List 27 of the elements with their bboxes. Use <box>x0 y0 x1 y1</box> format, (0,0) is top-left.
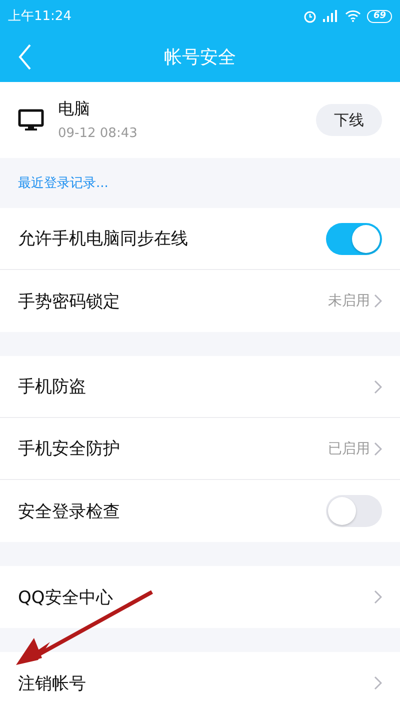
setting-label: 允许手机电脑同步在线 <box>18 228 189 250</box>
setting-label: 安全登录检查 <box>18 500 121 522</box>
back-icon[interactable] <box>18 44 32 70</box>
toggle-switch[interactable] <box>326 495 382 527</box>
setting-value: 未启用 <box>328 292 370 310</box>
chevron-icon <box>374 676 382 690</box>
chevron-icon <box>374 590 382 604</box>
signal-icon <box>323 10 340 22</box>
logout-button[interactable]: 下线 <box>316 104 382 136</box>
toggle-switch[interactable] <box>326 222 382 254</box>
setting-label: 手势密码锁定 <box>18 290 121 312</box>
status-time: 上午11:24 <box>8 8 72 25</box>
setting-label: QQ安全中心 <box>18 586 114 608</box>
login-time: 09-12 08:43 <box>58 126 138 141</box>
chevron-icon <box>374 380 382 394</box>
setting-label: 手机防盗 <box>18 376 87 398</box>
chevron-icon <box>374 442 382 456</box>
wifi-icon <box>345 10 362 22</box>
alarm-icon <box>303 9 318 23</box>
device-name: 电脑 <box>58 99 91 120</box>
page-title: 帐号安全 <box>164 46 236 69</box>
computer-icon <box>18 109 44 131</box>
setting-label: 注销帐号 <box>18 672 87 694</box>
battery-level: 69 <box>367 10 392 22</box>
chevron-icon <box>374 294 382 308</box>
setting-value: 已启用 <box>328 440 370 458</box>
setting-label: 手机安全防护 <box>18 438 121 460</box>
